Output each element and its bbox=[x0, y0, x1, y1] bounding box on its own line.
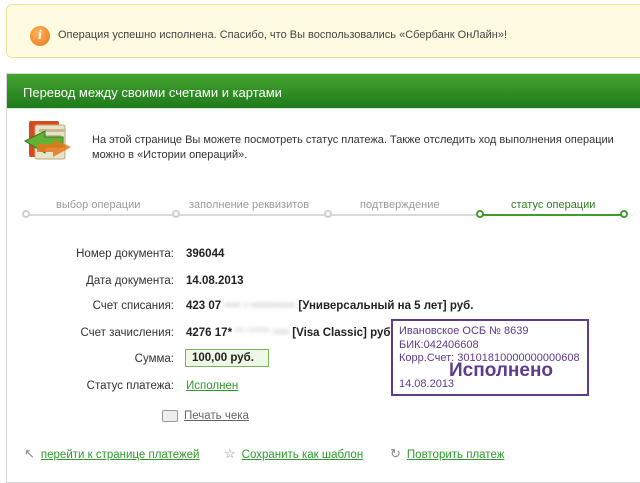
back-arrow-icon: ↖ bbox=[24, 446, 35, 461]
progress-steps: выбор операции заполнение реквизитов под… bbox=[22, 199, 628, 224]
step-dot-4 bbox=[476, 210, 484, 218]
credit-card-type: [Visa Classic] bbox=[292, 327, 367, 339]
step-operation-status: статус операции bbox=[509, 199, 598, 211]
debit-account-type: [Универсальный на 5 лет] bbox=[298, 300, 447, 312]
repeat-icon: ↻ bbox=[390, 446, 401, 461]
intro-text: На этой странице Вы можете посмотреть ст… bbox=[92, 134, 614, 161]
credit-account-label: Счет зачисления: bbox=[80, 327, 174, 339]
payment-status-link[interactable]: Исполнен bbox=[186, 380, 238, 392]
step-dot-3 bbox=[324, 210, 332, 218]
step-confirmation: подтверждение bbox=[358, 199, 442, 211]
back-to-payments-link[interactable]: ↖ перейти к странице платежей bbox=[24, 446, 200, 462]
back-to-payments-label: перейти к странице платежей bbox=[40, 449, 200, 461]
repeat-payment-link[interactable]: ↻ Повторить платеж bbox=[390, 446, 504, 462]
credit-card-masked: ** ***** •••• bbox=[235, 327, 290, 339]
amount-value: 100,00 руб. bbox=[185, 349, 269, 367]
printer-icon bbox=[162, 410, 178, 422]
stamp-status: Исполнено bbox=[449, 360, 554, 381]
folder-transfer-icon bbox=[23, 121, 71, 160]
amount-label: Сумма: bbox=[134, 353, 174, 365]
star-icon: ☆ bbox=[224, 446, 236, 461]
stamp-bik: БИК:042406608 bbox=[399, 339, 479, 351]
success-message: Операция успешно исполнена. Спасибо, что… bbox=[58, 29, 508, 41]
doc-date-label: Дата документа: bbox=[86, 275, 174, 287]
status-label: Статус платежа: bbox=[86, 380, 174, 392]
doc-number-value: 396044 bbox=[186, 248, 225, 260]
save-template-link[interactable]: ☆ Сохранить как шаблон bbox=[224, 446, 363, 462]
panel-header: Перевод между своими счетами и картами bbox=[7, 74, 640, 109]
stamp-date: 14.08.2013 bbox=[399, 378, 455, 390]
info-icon: i bbox=[30, 26, 50, 46]
step-dot-end bbox=[620, 210, 628, 218]
print-receipt-label: Печать чека bbox=[184, 410, 249, 423]
debit-account-masked: •••• • ••••••••••• bbox=[224, 300, 296, 312]
debit-account-number: 423 07 bbox=[186, 300, 222, 312]
step-dot-2 bbox=[172, 210, 180, 218]
step-dot-1 bbox=[22, 210, 30, 218]
debit-account-label: Счет списания: bbox=[92, 300, 174, 312]
print-receipt-button[interactable]: Печать чека bbox=[162, 410, 249, 422]
credit-card-number: 4276 17* bbox=[186, 327, 233, 339]
bank-stamp: Ивановское ОСБ № 8639 БИК:042406608 Корр… bbox=[391, 319, 589, 396]
doc-number-label: Номер документа: bbox=[76, 248, 174, 260]
doc-date-value: 14.08.2013 bbox=[186, 275, 244, 287]
panel-title: Перевод между своими счетами и картами bbox=[23, 85, 282, 100]
credit-account-value: 4276 17* ** ***** •••• [Visa Classic] ру… bbox=[186, 327, 394, 339]
step-fill-details: заполнение реквизитов bbox=[187, 199, 312, 211]
save-template-label: Сохранить как шаблон bbox=[241, 449, 364, 461]
repeat-payment-label: Повторить платеж bbox=[406, 449, 505, 461]
stamp-branch: Ивановское ОСБ № 8639 bbox=[399, 325, 529, 337]
debit-currency: руб. bbox=[449, 300, 474, 312]
debit-account-value: 423 07 •••• • ••••••••••• [Универсальный… bbox=[186, 300, 473, 312]
step-select-operation: выбор операции bbox=[54, 199, 143, 211]
